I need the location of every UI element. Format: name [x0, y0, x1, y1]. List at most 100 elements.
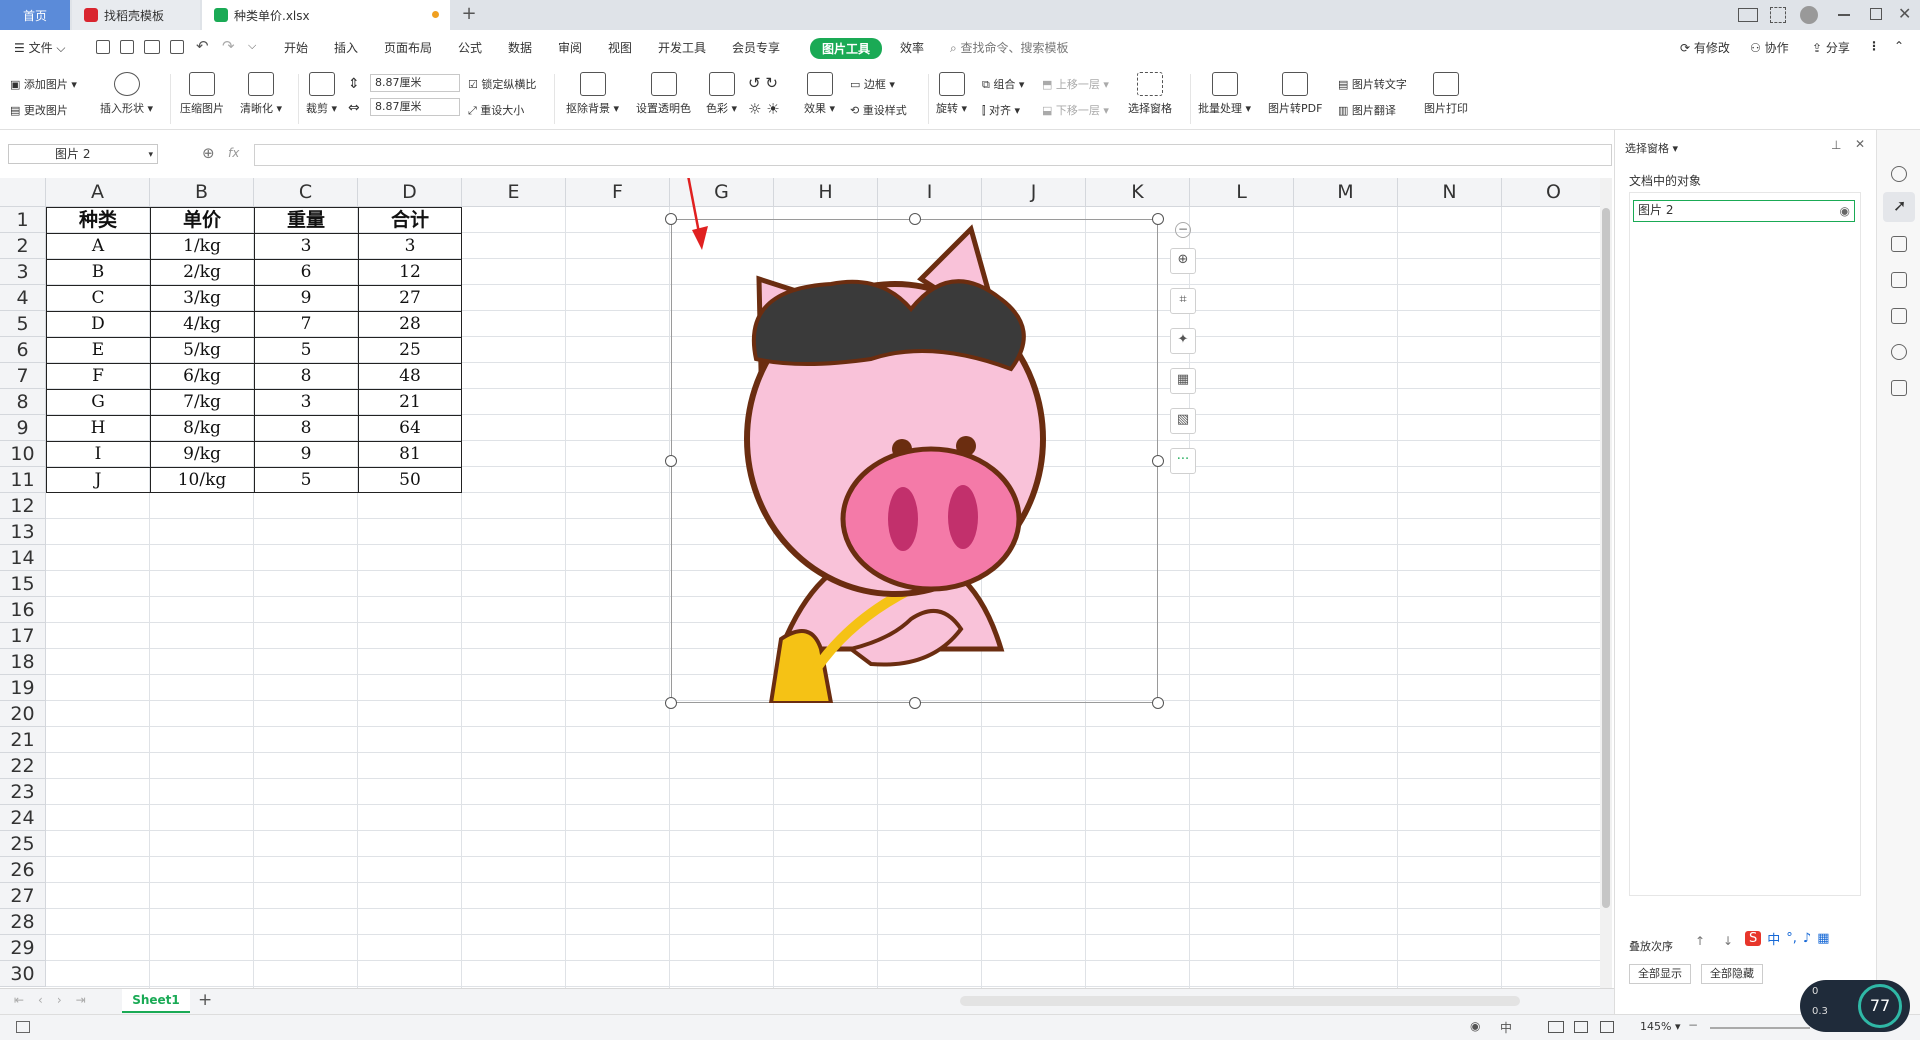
undo-icon[interactable]: ↶ [196, 37, 209, 55]
zoom-picture-icon[interactable]: ⊕ [1170, 248, 1196, 274]
select-all-corner[interactable] [0, 178, 46, 207]
quick-access-dropdown-icon[interactable]: ⌵ [248, 39, 256, 53]
zoom-level[interactable]: 145% ▾ [1640, 1020, 1680, 1033]
name-box[interactable]: 图片 2 ▾ [8, 144, 158, 164]
minimize-icon[interactable] [1838, 14, 1850, 16]
more-options-icon[interactable]: ··· [1170, 448, 1196, 474]
image-tool-icon[interactable] [1891, 308, 1907, 324]
group-button[interactable]: ⧉ 组合 ▾ [982, 76, 1024, 92]
row-header-13[interactable]: 13 [0, 519, 46, 545]
collab-button[interactable]: ⚇ 协作 [1750, 39, 1789, 56]
row-header-21[interactable]: 21 [0, 727, 46, 753]
book-icon[interactable] [1891, 380, 1907, 396]
fx-icon[interactable]: fx [228, 146, 239, 160]
location-icon[interactable] [1891, 344, 1907, 360]
normal-view-icon[interactable] [1548, 1021, 1564, 1033]
bring-forward-button[interactable]: ⬒ 上移一层 ▾ [1042, 76, 1109, 92]
brightness-icon[interactable]: ☼ ☀ [748, 100, 780, 118]
menu-developer[interactable]: 开发工具 [658, 39, 706, 56]
column-header-b[interactable]: B [150, 178, 254, 207]
add-sheet-button[interactable]: + [198, 990, 212, 1010]
menu-formula[interactable]: 公式 [458, 39, 482, 56]
row-header-12[interactable]: 12 [0, 493, 46, 519]
batch-button[interactable]: 批量处理 ▾ [1198, 72, 1251, 116]
row-header-5[interactable]: 5 [0, 311, 46, 337]
crop-button[interactable]: 裁剪 ▾ [306, 72, 337, 116]
column-header-m[interactable]: M [1294, 178, 1398, 207]
show-all-button[interactable]: 全部显示 [1629, 964, 1691, 984]
format-icon[interactable] [1891, 272, 1907, 288]
change-picture-button[interactable]: ▤ 更改图片 [10, 102, 68, 118]
hide-all-button[interactable]: 全部隐藏 [1701, 964, 1763, 984]
to-pdf-button[interactable]: 图片转PDF [1268, 72, 1322, 116]
column-header-l[interactable]: L [1190, 178, 1294, 207]
zoom-out-icon[interactable]: − [1688, 1018, 1698, 1032]
command-search[interactable]: ⌕ 查找命令、搜索模板 [950, 39, 1069, 56]
eye-icon[interactable]: ◉ [1840, 202, 1850, 220]
rocket-icon[interactable] [1891, 166, 1907, 182]
menu-view[interactable]: 视图 [608, 39, 632, 56]
macro-icon[interactable] [16, 1021, 30, 1033]
row-header-17[interactable]: 17 [0, 623, 46, 649]
row-header-9[interactable]: 9 [0, 415, 46, 441]
vertical-scrollbar[interactable] [1600, 178, 1612, 988]
remove-bg-button[interactable]: 抠除背景 ▾ [566, 72, 619, 116]
border-button[interactable]: ▭ 边框 ▾ [850, 76, 895, 92]
row-header-15[interactable]: 15 [0, 571, 46, 597]
formula-input[interactable] [254, 144, 1612, 166]
column-header-n[interactable]: N [1398, 178, 1502, 207]
row-header-14[interactable]: 14 [0, 545, 46, 571]
print-preview-icon[interactable] [170, 40, 184, 54]
row-header-30[interactable]: 30 [0, 961, 46, 987]
row-header-8[interactable]: 8 [0, 389, 46, 415]
row-header-29[interactable]: 29 [0, 935, 46, 961]
set-transparent-button[interactable]: 设置透明色 [636, 72, 691, 116]
object-item[interactable]: 图片 2 ◉ [1633, 200, 1855, 222]
pig-picture[interactable] [671, 219, 1158, 703]
resize-handle[interactable] [1152, 455, 1164, 467]
close-icon[interactable]: ✕ [1898, 4, 1911, 23]
sheet-tab[interactable]: Sheet1 [122, 989, 190, 1013]
align-button[interactable]: ⫿ 对齐 ▾ [982, 102, 1020, 118]
share-button[interactable]: ⇪ 分享 [1812, 39, 1850, 56]
row-header-16[interactable]: 16 [0, 597, 46, 623]
send-backward-button[interactable]: ⬓ 下移一层 ▾ [1042, 102, 1109, 118]
collapse-toolbar-icon[interactable]: − [1175, 222, 1191, 238]
selection-pane-button[interactable]: 选择窗格 [1128, 72, 1172, 116]
pane-close-icon[interactable]: ✕ [1855, 137, 1865, 151]
row-header-2[interactable]: 2 [0, 233, 46, 259]
row-header-20[interactable]: 20 [0, 701, 46, 727]
column-header-k[interactable]: K [1086, 178, 1190, 207]
settings-sliders-icon[interactable] [1891, 236, 1907, 252]
grid-apps-icon[interactable] [1770, 7, 1786, 23]
menu-member[interactable]: 会员专享 [732, 39, 780, 56]
page-break-view-icon[interactable] [1600, 1021, 1614, 1033]
tab-home[interactable]: 首页 [0, 0, 70, 30]
row-header-7[interactable]: 7 [0, 363, 46, 389]
menu-picture-tools[interactable]: 图片工具 [810, 38, 883, 59]
row-header-10[interactable]: 10 [0, 441, 46, 467]
has-changes-button[interactable]: ⟳ 有修改 [1680, 39, 1730, 56]
redo-icon[interactable]: ↷ [222, 37, 235, 55]
file-menu[interactable]: ☰ 文件 ⌵ [14, 39, 66, 56]
menu-insert[interactable]: 插入 [334, 39, 358, 56]
save-icon[interactable] [96, 40, 110, 54]
column-header-i[interactable]: I [878, 178, 982, 207]
color-button[interactable]: 色彩 ▾ [706, 72, 737, 116]
reset-size-button[interactable]: ⤢ 重设大小 [468, 102, 524, 118]
column-header-f[interactable]: F [566, 178, 670, 207]
column-header-e[interactable]: E [462, 178, 566, 207]
compress-button[interactable]: 压缩图片 [180, 72, 224, 116]
row-header-6[interactable]: 6 [0, 337, 46, 363]
row-header-27[interactable]: 27 [0, 883, 46, 909]
scroll-thumb[interactable] [1602, 208, 1610, 908]
row-header-24[interactable]: 24 [0, 805, 46, 831]
sheet-nav-icons[interactable]: ⇤‹›⇥ [14, 993, 100, 1007]
resize-handle[interactable] [665, 697, 677, 709]
print-icon[interactable] [144, 40, 160, 54]
column-header-o[interactable]: O [1502, 178, 1600, 207]
idea-icon[interactable]: ✦ [1170, 328, 1196, 354]
input-mode-button[interactable]: 中 [1500, 1019, 1512, 1036]
effects-button[interactable]: 效果 ▾ [804, 72, 835, 116]
pin-icon[interactable]: ⊥ [1831, 138, 1841, 152]
